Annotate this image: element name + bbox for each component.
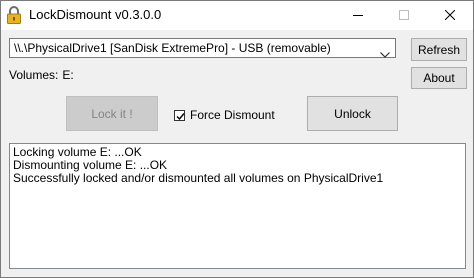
lock-button[interactable]: Lock it ! xyxy=(66,96,158,131)
window-title: LockDismount v0.3.0.0 xyxy=(29,7,162,22)
maximize-icon xyxy=(399,7,409,25)
unlock-button[interactable]: Unlock xyxy=(307,96,398,131)
log-line: Successfully locked and/or dismounted al… xyxy=(13,171,384,185)
volumes-value: E: xyxy=(62,68,74,82)
minimize-button[interactable] xyxy=(335,1,381,30)
close-icon xyxy=(444,7,456,25)
chevron-down-icon[interactable] xyxy=(380,45,390,58)
drive-select-value: \\.\PhysicalDrive1 [SanDisk ExtremePro] … xyxy=(14,41,331,55)
maximize-button[interactable] xyxy=(381,1,427,30)
refresh-button[interactable]: Refresh xyxy=(411,38,467,61)
force-dismount-label: Force Dismount xyxy=(190,108,275,122)
checkmark-icon xyxy=(176,112,185,120)
checkbox-box[interactable] xyxy=(174,109,185,121)
padlock-icon xyxy=(6,6,22,24)
volumes-info: Volumes: E: xyxy=(9,68,74,82)
title-bar[interactable]: LockDismount v0.3.0.0 xyxy=(1,1,473,30)
log-output[interactable]: Locking volume E: ...OK Dismounting volu… xyxy=(9,143,466,269)
drive-select[interactable]: \\.\PhysicalDrive1 [SanDisk ExtremePro] … xyxy=(9,38,396,58)
about-button[interactable]: About xyxy=(411,67,467,89)
volumes-label: Volumes: xyxy=(9,68,59,82)
close-button[interactable] xyxy=(427,1,473,30)
force-dismount-checkbox[interactable]: Force Dismount xyxy=(174,108,275,122)
app-window: LockDismount v0.3.0.0 \\.\PhysicalDrive1… xyxy=(0,0,474,278)
minimize-icon xyxy=(353,7,363,25)
